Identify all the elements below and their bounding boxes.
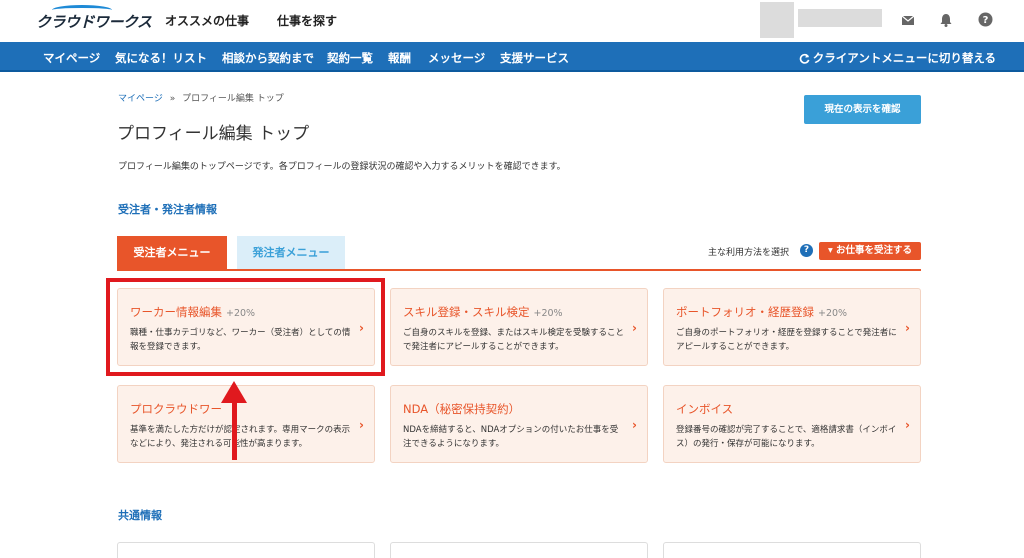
- top-header: クラウドワークス オススメの仕事 仕事を探す ?: [0, 0, 1024, 42]
- nav-recommended-jobs[interactable]: オススメの仕事: [165, 12, 249, 29]
- nav-support[interactable]: 支援サービス: [500, 50, 569, 66]
- svg-text:?: ?: [983, 15, 989, 26]
- nav-find-jobs[interactable]: 仕事を探す: [277, 12, 337, 29]
- progress-badge: +20%: [533, 308, 563, 319]
- card-title: NDA（秘密保持契約）: [403, 402, 521, 416]
- nav-contracts[interactable]: 契約一覧: [327, 50, 373, 66]
- progress-badge: +20%: [818, 308, 848, 319]
- card-description: ご自身のスキルを登録、またはスキル検定を受験することで発注者にアピールすることが…: [403, 328, 625, 352]
- order-job-dropdown[interactable]: ▾ お仕事を受注する: [819, 242, 921, 260]
- card-title: スキル登録・スキル検定 +20%: [403, 305, 563, 319]
- switch-label: クライアントメニューに切り替える: [812, 51, 996, 65]
- annotation-highlight-box: [106, 278, 385, 376]
- help-icon[interactable]: ?: [978, 12, 994, 28]
- tab-worker-menu[interactable]: 受注者メニュー: [117, 236, 227, 270]
- nav-messages[interactable]: メッセージ: [428, 50, 485, 66]
- card-title: インボイス: [676, 402, 734, 416]
- refresh-icon: [799, 53, 810, 64]
- breadcrumb-separator: »: [169, 94, 176, 104]
- breadcrumb-current: プロフィール編集 トップ: [182, 94, 284, 104]
- nav-rewards[interactable]: 報酬: [388, 50, 411, 66]
- section-title-common-info: 共通情報: [118, 509, 162, 522]
- main-nav: マイページ 気になる！リスト 相談から契約まで 契約一覧 報酬 メッセージ 支援…: [0, 42, 1024, 72]
- switch-client-menu-link[interactable]: クライアントメニューに切り替える: [799, 50, 996, 66]
- tab-underline: [117, 269, 921, 271]
- avatar[interactable]: [760, 2, 794, 38]
- card-description: 登録番号の確認が完了することで、適格請求書（インボイス）の発行・保存が可能になり…: [676, 425, 897, 449]
- logo[interactable]: クラウドワークス: [36, 11, 152, 32]
- common-card-3[interactable]: [663, 542, 921, 558]
- chevron-right-icon: ›: [905, 418, 910, 432]
- card-description: NDAを締結すると、NDAオプションの付いたお仕事を受注できるようになります。: [403, 425, 619, 449]
- chevron-right-icon: ›: [359, 418, 364, 432]
- tab-client-menu[interactable]: 発注者メニュー: [237, 236, 345, 270]
- annotation-arrow-shaft: [232, 400, 237, 460]
- user-name-placeholder[interactable]: [798, 9, 882, 27]
- card-title: プロクラウドワー: [130, 402, 222, 416]
- usage-help-icon[interactable]: ?: [800, 244, 813, 257]
- card-description: ご自身のポートフォリオ・経歴を登録することで発注者にアピールすることができます。: [676, 328, 897, 352]
- usage-label: 主な利用方法を選択: [708, 248, 790, 258]
- page-description: プロフィール編集のトップページです。各プロフィールの登録状況の確認や入力するメリ…: [118, 162, 566, 172]
- section-title-worker-client: 受注者・発注者情報: [118, 203, 217, 216]
- card-portfolio[interactable]: ポートフォリオ・経歴登録 +20% ご自身のポートフォリオ・経歴を登録することで発…: [663, 288, 921, 366]
- common-card-2[interactable]: [390, 542, 648, 558]
- breadcrumb-mypage[interactable]: マイページ: [118, 94, 163, 104]
- nav-favorites[interactable]: 気になる！リスト: [115, 50, 207, 66]
- card-description: 基準を満たした方だけが認定されます。専用マークの表示などにより、発注される可能性…: [130, 425, 351, 449]
- bell-icon[interactable]: [939, 12, 955, 28]
- mail-icon[interactable]: [901, 12, 917, 28]
- card-skill-registration[interactable]: スキル登録・スキル検定 +20% ご自身のスキルを登録、またはスキル検定を受験する…: [390, 288, 648, 366]
- view-current-display-button[interactable]: 現在の表示を確認: [804, 95, 921, 124]
- page-title: プロフィール編集 トップ: [117, 124, 310, 144]
- nav-mypage[interactable]: マイページ: [43, 50, 100, 66]
- chevron-right-icon: ›: [632, 418, 637, 432]
- card-nda[interactable]: NDA（秘密保持契約） NDAを締結すると、NDAオプションの付いたお仕事を受注…: [390, 385, 648, 463]
- breadcrumb: マイページ » プロフィール編集 トップ: [118, 91, 284, 104]
- chevron-right-icon: ›: [905, 321, 910, 335]
- common-card-1[interactable]: [117, 542, 375, 558]
- card-invoice[interactable]: インボイス 登録番号の確認が完了することで、適格請求書（インボイス）の発行・保存…: [663, 385, 921, 463]
- card-title: ポートフォリオ・経歴登録 +20%: [676, 305, 848, 319]
- nav-consult-to-contract[interactable]: 相談から契約まで: [222, 50, 314, 66]
- chevron-right-icon: ›: [632, 321, 637, 335]
